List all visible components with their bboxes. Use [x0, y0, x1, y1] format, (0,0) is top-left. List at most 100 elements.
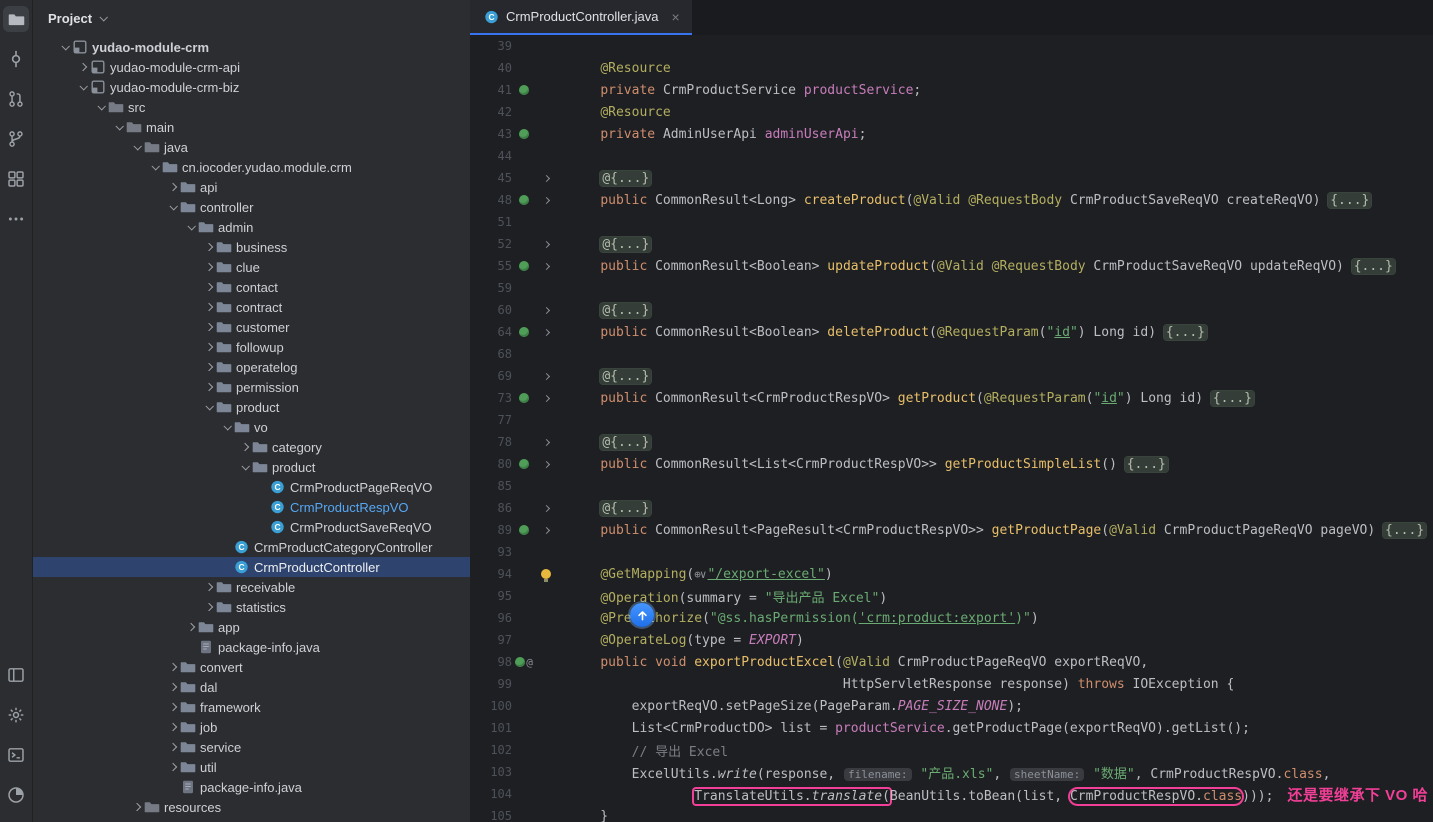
close-icon[interactable]: × — [671, 9, 679, 25]
fold-chevron-icon[interactable] — [542, 438, 549, 445]
fold-chevron-icon[interactable] — [542, 240, 549, 247]
code-line-95[interactable]: 95 @Operation(summary = "导出产品 Excel") — [470, 585, 1433, 607]
code-line-94[interactable]: 94 @GetMapping(⊕∨"/export-excel") — [470, 563, 1433, 585]
code-line-60[interactable]: 60 @{...} — [470, 299, 1433, 321]
tree-item-product[interactable]: product — [33, 457, 470, 477]
pull-requests-icon[interactable] — [3, 86, 29, 112]
chevron-right-icon[interactable] — [240, 443, 248, 451]
chevron-down-icon[interactable] — [151, 162, 159, 170]
tree-item-main[interactable]: main — [33, 117, 470, 137]
folded-code[interactable]: @{...} — [600, 303, 651, 318]
chevron-right-icon[interactable] — [204, 283, 212, 291]
project-tool-icon[interactable] — [3, 6, 29, 32]
tree-item-vo[interactable]: vo — [33, 417, 470, 437]
folded-code[interactable]: @{...} — [600, 369, 651, 384]
chevron-down-icon[interactable] — [187, 222, 195, 230]
tree-item-statistics[interactable]: statistics — [33, 597, 470, 617]
spring-bean-icon[interactable] — [519, 195, 529, 205]
annotated-member-icon[interactable]: @ — [526, 656, 533, 669]
code-line-104[interactable]: 104 TranslateUtils.translate(BeanUtils.t… — [470, 783, 1433, 805]
code-line-77[interactable]: 77 — [470, 409, 1433, 431]
structure-icon[interactable] — [3, 166, 29, 192]
tree-item-followup[interactable]: followup — [33, 337, 470, 357]
code-line-52[interactable]: 52 @{...} — [470, 233, 1433, 255]
commit-icon[interactable] — [3, 46, 29, 72]
chevron-right-icon[interactable] — [168, 723, 176, 731]
chevron-down-icon[interactable] — [100, 13, 108, 21]
spring-bean-icon[interactable] — [519, 393, 529, 403]
code-line-44[interactable]: 44 — [470, 145, 1433, 167]
folded-code[interactable]: {...} — [1164, 325, 1207, 340]
code-line-100[interactable]: 100 exportReqVO.setPageSize(PageParam.PA… — [470, 695, 1433, 717]
tree-item-controller[interactable]: controller — [33, 197, 470, 217]
chevron-right-icon[interactable] — [168, 183, 176, 191]
fold-chevron-icon[interactable] — [542, 196, 549, 203]
tree-item-product[interactable]: product — [33, 397, 470, 417]
code-line-99[interactable]: 99 HttpServletResponse response) throws … — [470, 673, 1433, 695]
code-line-98[interactable]: 98@ public void exportProductExcel(@Vali… — [470, 651, 1433, 673]
tree-item-crmproductcontroller[interactable]: CCrmProductController — [33, 557, 470, 577]
chevron-right-icon[interactable] — [168, 703, 176, 711]
spring-bean-icon[interactable] — [519, 129, 529, 139]
more-tool-windows-icon[interactable] — [3, 206, 29, 232]
tree-item-util[interactable]: util — [33, 757, 470, 777]
code-line-73[interactable]: 73 public CommonResult<CrmProductRespVO>… — [470, 387, 1433, 409]
tree-item-crmproductcategorycontroller[interactable]: CCrmProductCategoryController — [33, 537, 470, 557]
chevron-down-icon[interactable] — [97, 102, 105, 110]
translate-plugin-button[interactable] — [630, 603, 654, 627]
tree-item-contact[interactable]: contact — [33, 277, 470, 297]
tree-item-package-info-java[interactable]: package-info.java — [33, 637, 470, 657]
spring-bean-icon[interactable] — [515, 657, 525, 667]
chevron-down-icon[interactable] — [115, 122, 123, 130]
fold-chevron-icon[interactable] — [542, 504, 549, 511]
fold-chevron-icon[interactable] — [542, 394, 549, 401]
tree-item-java[interactable]: java — [33, 137, 470, 157]
code-line-42[interactable]: 42 @Resource — [470, 101, 1433, 123]
folded-code[interactable]: {...} — [1328, 193, 1371, 208]
chevron-down-icon[interactable] — [169, 202, 177, 210]
chevron-right-icon[interactable] — [204, 343, 212, 351]
fold-chevron-icon[interactable] — [542, 460, 549, 467]
folded-code[interactable]: {...} — [1352, 259, 1395, 274]
folded-code[interactable]: @{...} — [600, 435, 651, 450]
tree-item-permission[interactable]: permission — [33, 377, 470, 397]
layout-icon[interactable] — [3, 662, 29, 688]
code-line-103[interactable]: 103 ExcelUtils.write(response, filename:… — [470, 761, 1433, 783]
code-line-39[interactable]: 39 — [470, 35, 1433, 57]
chevron-right-icon[interactable] — [186, 623, 194, 631]
code-line-102[interactable]: 102 // 导出 Excel — [470, 739, 1433, 761]
chevron-down-icon[interactable] — [133, 142, 141, 150]
tree-item-api[interactable]: api — [33, 177, 470, 197]
chevron-right-icon[interactable] — [78, 63, 86, 71]
editor[interactable]: 3940 @Resource41 private CrmProductServi… — [470, 35, 1433, 822]
code-line-105[interactable]: 105 } — [470, 805, 1433, 822]
chevron-right-icon[interactable] — [204, 303, 212, 311]
code-line-55[interactable]: 55 public CommonResult<Boolean> updatePr… — [470, 255, 1433, 277]
project-panel-header[interactable]: Project — [33, 0, 470, 36]
spring-bean-icon[interactable] — [519, 525, 529, 535]
tree-item-yudao-module-crm-biz[interactable]: yudao-module-crm-biz — [33, 77, 470, 97]
chevron-right-icon[interactable] — [168, 663, 176, 671]
chevron-right-icon[interactable] — [204, 603, 212, 611]
fold-chevron-icon[interactable] — [542, 262, 549, 269]
code-line-64[interactable]: 64 public CommonResult<Boolean> deletePr… — [470, 321, 1433, 343]
vcs-branch-icon[interactable] — [3, 126, 29, 152]
terminal-icon[interactable] — [3, 742, 29, 768]
chevron-down-icon[interactable] — [61, 42, 69, 50]
tree-item-contract[interactable]: contract — [33, 297, 470, 317]
folded-code[interactable]: @{...} — [600, 171, 651, 186]
chevron-right-icon[interactable] — [204, 363, 212, 371]
chevron-down-icon[interactable] — [79, 82, 87, 90]
code-line-89[interactable]: 89 public CommonResult<PageResult<CrmPro… — [470, 519, 1433, 541]
folded-code[interactable]: @{...} — [600, 237, 651, 252]
code-line-80[interactable]: 80 public CommonResult<List<CrmProductRe… — [470, 453, 1433, 475]
chevron-down-icon[interactable] — [223, 422, 231, 430]
folded-code[interactable]: {...} — [1383, 523, 1426, 538]
profiler-icon[interactable] — [3, 782, 29, 808]
folded-code[interactable]: @{...} — [600, 501, 651, 516]
chevron-right-icon[interactable] — [204, 583, 212, 591]
spring-bean-icon[interactable] — [519, 85, 529, 95]
fold-chevron-icon[interactable] — [542, 328, 549, 335]
tree-item-operatelog[interactable]: operatelog — [33, 357, 470, 377]
chevron-right-icon[interactable] — [132, 803, 140, 811]
